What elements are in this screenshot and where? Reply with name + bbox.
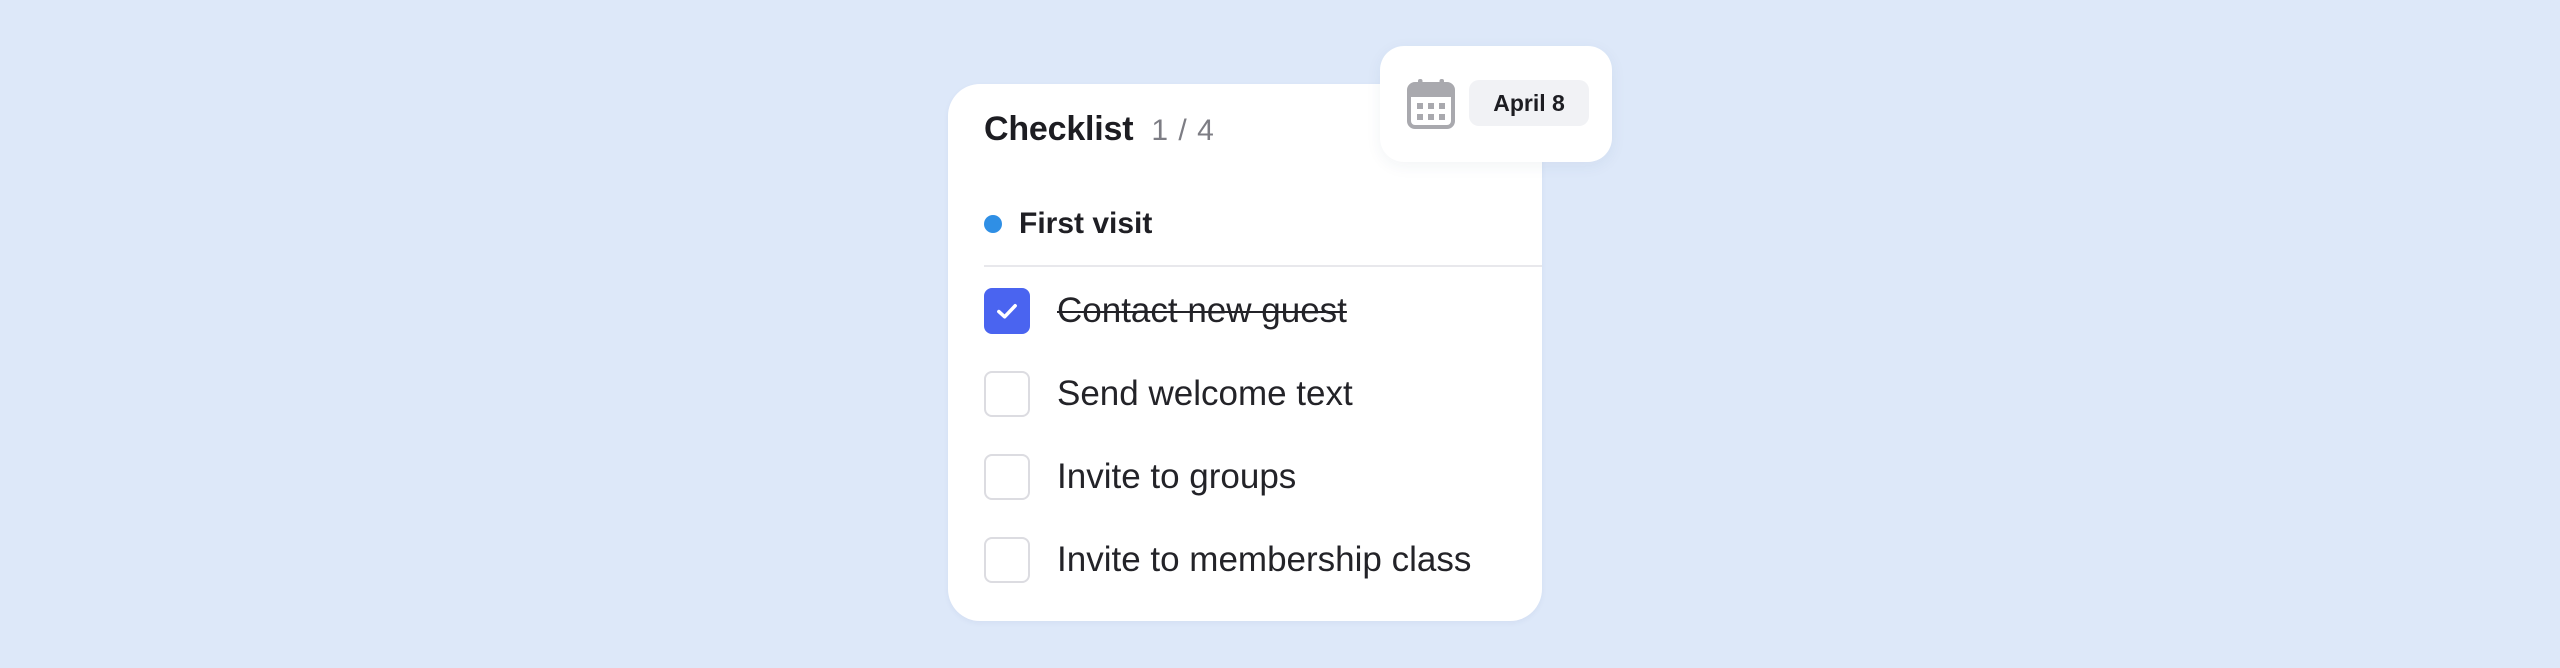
due-date-pill[interactable]: April 8 [1469, 80, 1589, 126]
checkbox-unchecked[interactable] [984, 371, 1030, 417]
checklist-items: Contact new guest Send welcome text Invi… [984, 288, 1471, 620]
checklist-header: Checklist 1 / 4 [984, 110, 1215, 162]
section-status-dot [984, 215, 1002, 233]
checkbox-checked[interactable] [984, 288, 1030, 334]
checkbox-unchecked[interactable] [984, 537, 1030, 583]
checklist-item-label: Invite to groups [1057, 457, 1297, 496]
checklist-item[interactable]: Invite to membership class [984, 537, 1471, 620]
checklist-item-label: Send welcome text [1057, 374, 1353, 413]
checkbox-unchecked[interactable] [984, 454, 1030, 500]
checklist-section-header[interactable]: First visit [984, 204, 1152, 244]
checklist-card: Checklist 1 / 4 First visit Contact new … [948, 84, 1542, 621]
checklist-progress-count: 1 / 4 [1151, 114, 1215, 147]
due-date-card: April 8 [1380, 46, 1612, 162]
due-date-label: April 8 [1493, 89, 1565, 116]
checklist-item[interactable]: Contact new guest [984, 288, 1471, 371]
calendar-icon [1407, 79, 1455, 129]
section-label: First visit [1019, 207, 1153, 240]
section-divider [984, 265, 1542, 267]
checklist-item[interactable]: Send welcome text [984, 371, 1471, 454]
checklist-item[interactable]: Invite to groups [984, 454, 1471, 537]
checklist-item-label: Invite to membership class [1057, 540, 1472, 579]
checklist-item-label: Contact new guest [1057, 291, 1347, 330]
checklist-title: Checklist [984, 110, 1134, 148]
checkmark-icon [997, 304, 1017, 319]
